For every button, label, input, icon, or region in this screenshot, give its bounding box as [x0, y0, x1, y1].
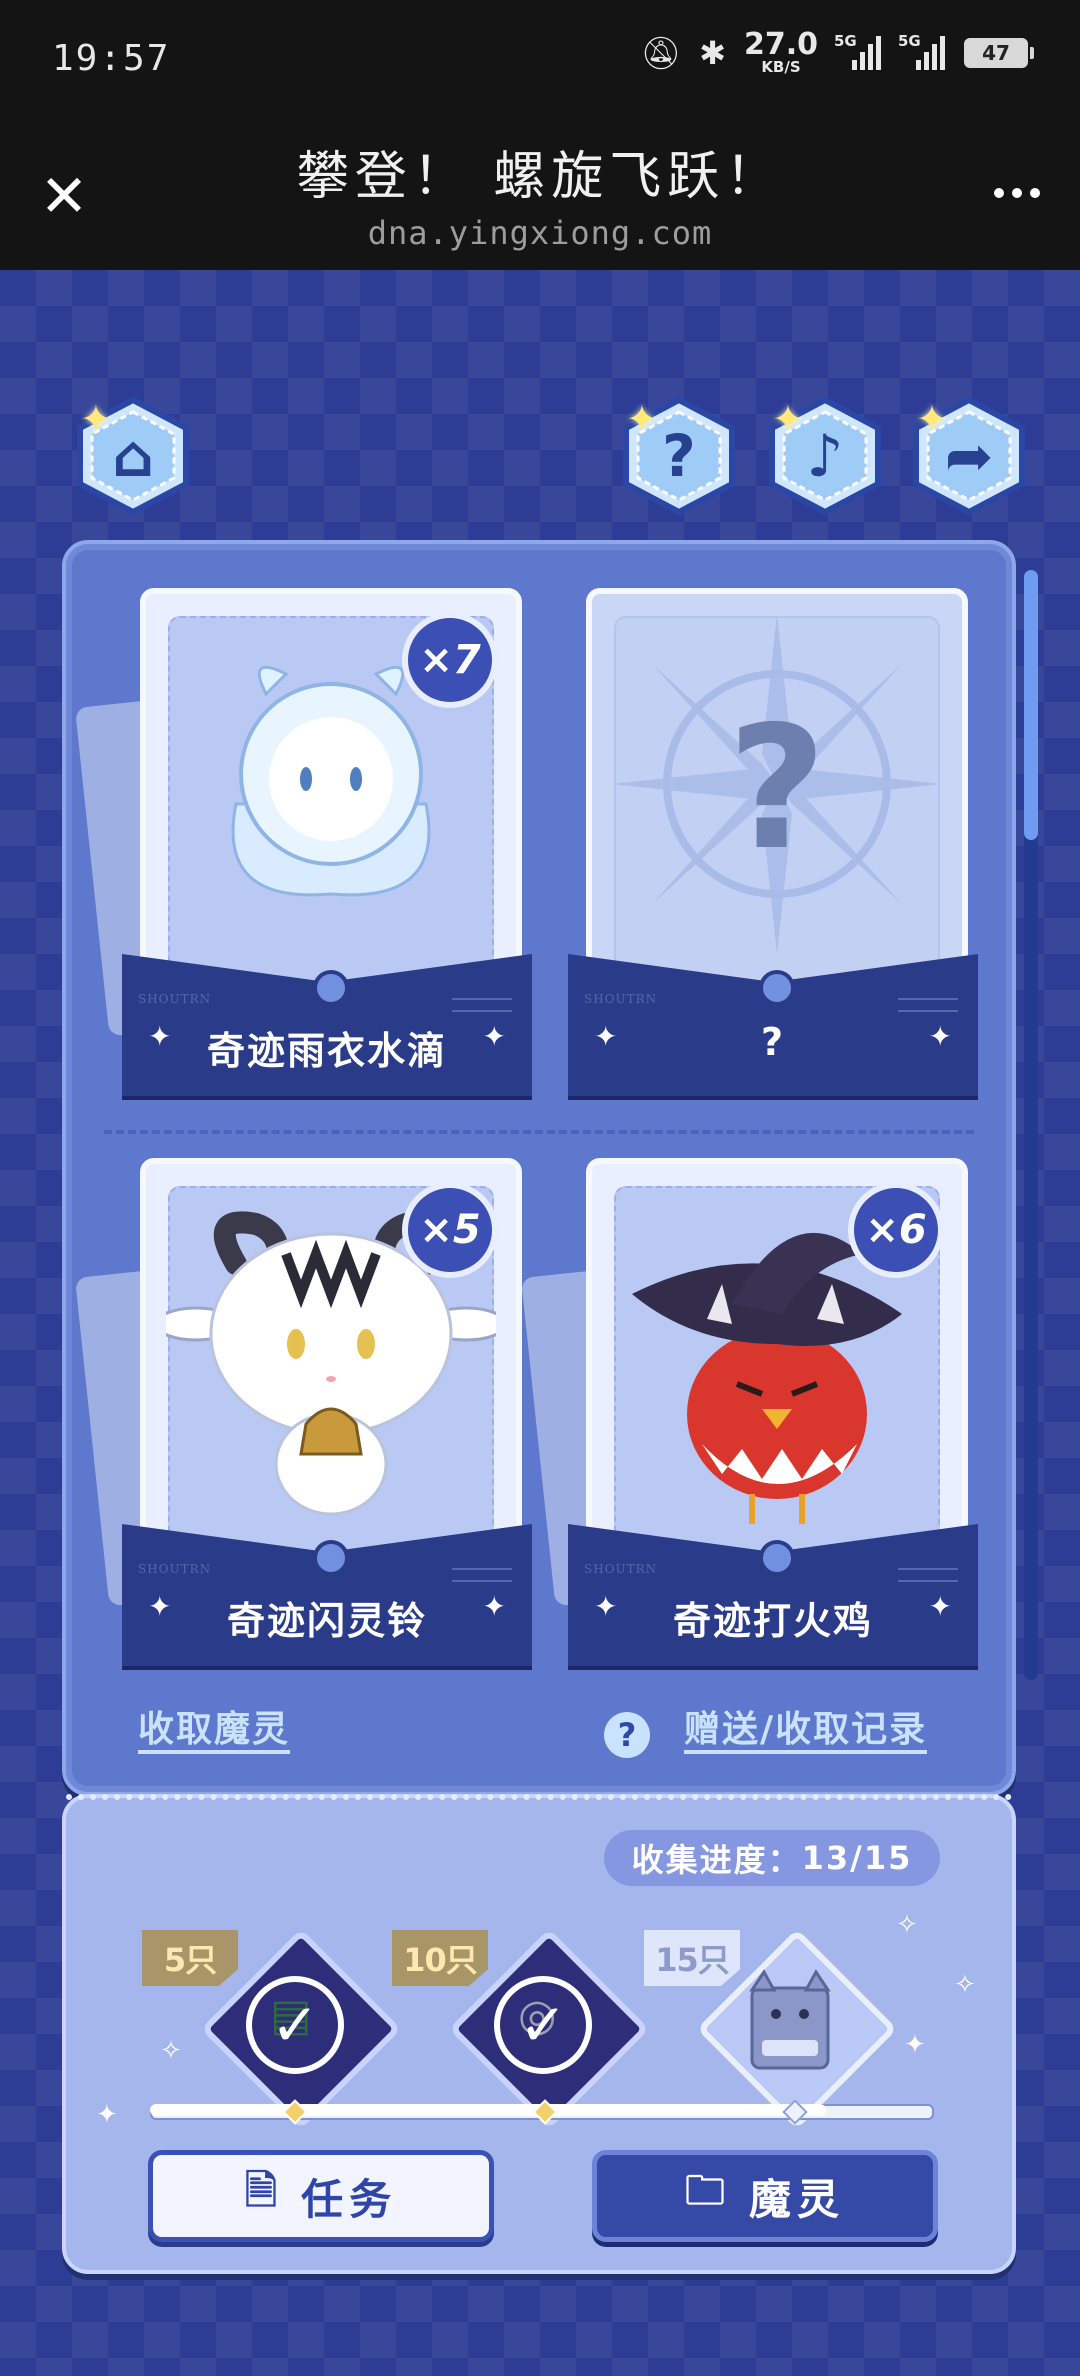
- count-badge: ×5: [402, 1182, 498, 1278]
- webview-header: ✕ 攀登！ 螺旋飞跃！ dna.yingxiong.com: [0, 118, 1080, 270]
- count-badge: ×6: [848, 1182, 944, 1278]
- card-raincoat-droplet[interactable]: ×7 SHOUTRN ✦ 奇迹雨衣水滴 ✦: [74, 588, 532, 1108]
- network-speed: 27.0 KB/S: [744, 30, 818, 75]
- task-button-label: 任务: [301, 2174, 398, 2224]
- mute-bell-icon: 🔕︎: [640, 33, 682, 72]
- share-button[interactable]: ➦ ✦: [910, 396, 1028, 516]
- signal-1-icon: 5G: [834, 32, 882, 70]
- gift-records-link[interactable]: 赠送/收取记录: [684, 1710, 928, 1754]
- page-title: 攀登！ 螺旋飞跃！: [296, 147, 784, 207]
- progress-value: 13/15: [801, 1839, 913, 1877]
- sparkle-icon: ✦: [482, 1020, 506, 1053]
- collection-progress: 收集进度： 13/15: [604, 1830, 940, 1886]
- folder-add-icon: 🗀︎: [684, 2168, 731, 2214]
- battery-icon: 47: [964, 37, 1034, 68]
- spirit-button[interactable]: 🗀︎ 魔灵: [592, 2150, 938, 2242]
- card-name: 奇迹打火鸡: [672, 1599, 873, 1643]
- sparkle-icon: ✧: [160, 2036, 182, 2066]
- signal-2-label: 5G: [898, 31, 921, 50]
- task-document-icon: 🗎︎: [244, 2168, 284, 2214]
- sparkle-icon: ✦: [626, 397, 658, 441]
- network-speed-value: 27.0: [743, 27, 818, 62]
- help-button[interactable]: ? ✦: [620, 396, 738, 516]
- check-icon: ✓: [494, 1976, 592, 2074]
- bluetooth-icon: ✱: [699, 33, 726, 72]
- records-help-icon[interactable]: ?: [604, 1712, 650, 1758]
- progress-label: 收集进度：: [631, 1841, 802, 1879]
- card-fire-chick[interactable]: ×6 SHOUTRN ✦ 奇迹打火鸡 ✦: [520, 1158, 978, 1678]
- card-art: ×5: [140, 1158, 522, 1590]
- milestone-tag: 15只: [644, 1930, 740, 1986]
- card-name: 奇迹闪灵铃: [226, 1599, 427, 1643]
- milestone-tag: 10只: [392, 1930, 488, 1986]
- status-time: 19:57: [52, 38, 171, 79]
- sparkle-icon: ✦: [928, 1590, 952, 1623]
- more-options-icon[interactable]: [994, 188, 1040, 198]
- milestone-tag: 5只: [142, 1930, 238, 1986]
- music-button[interactable]: ♪ ✦: [766, 396, 884, 516]
- sparkle-icon: ✦: [772, 397, 804, 441]
- card-art: ×6: [586, 1158, 968, 1590]
- sparkle-icon: ✦: [482, 1590, 506, 1623]
- signal-2-icon: 5G: [898, 32, 946, 70]
- page-url: dna.yingxiong.com: [367, 214, 713, 252]
- signal-1-label: 5G: [834, 31, 857, 50]
- progress-fill: [150, 2104, 826, 2116]
- sparkle-icon: ✦: [916, 397, 948, 441]
- card-art: ×7: [140, 588, 522, 1020]
- collect-spirits-link[interactable]: 收取魔灵: [138, 1710, 291, 1754]
- sparkle-icon: ✧: [954, 1970, 976, 2000]
- count-badge: ×7: [402, 612, 498, 708]
- check-icon: ✓: [246, 1976, 344, 2074]
- card-bell-goat[interactable]: ×5 SHOUTRN ✦ 奇迹闪灵铃 ✦: [74, 1158, 532, 1678]
- status-bar: 19:57 🔕︎ ✱ 27.0 KB/S 5G 5G 47: [0, 0, 1080, 118]
- sparkle-icon: ✦: [80, 397, 112, 441]
- task-button[interactable]: 🗎︎ 任务: [148, 2150, 494, 2242]
- card-name: ?: [760, 1020, 786, 1064]
- card-unknown[interactable]: ? SHOUTRN ✦ ? ✦: [568, 588, 978, 1108]
- sparkle-icon: ✧: [896, 1910, 918, 1940]
- sparkle-icon: ✦: [96, 2100, 118, 2130]
- card-row-divider: [104, 1130, 974, 1134]
- network-speed-unit: KB/S: [761, 58, 801, 76]
- scrollbar-thumb[interactable]: [1024, 570, 1038, 840]
- card-art: ?: [586, 588, 968, 1020]
- unknown-placeholder-icon: ?: [727, 690, 827, 888]
- home-button[interactable]: ⌂ ✦: [74, 396, 192, 516]
- status-icons: 🔕︎ ✱ 27.0 KB/S 5G 5G 47: [640, 30, 1034, 75]
- card-name: 奇迹雨衣水滴: [206, 1029, 447, 1073]
- cat-box-reward-icon: [749, 1969, 831, 2070]
- spirit-button-label: 魔灵: [748, 2174, 845, 2224]
- sparkle-icon: ✦: [904, 2030, 926, 2060]
- sparkle-icon: ✦: [928, 1020, 952, 1053]
